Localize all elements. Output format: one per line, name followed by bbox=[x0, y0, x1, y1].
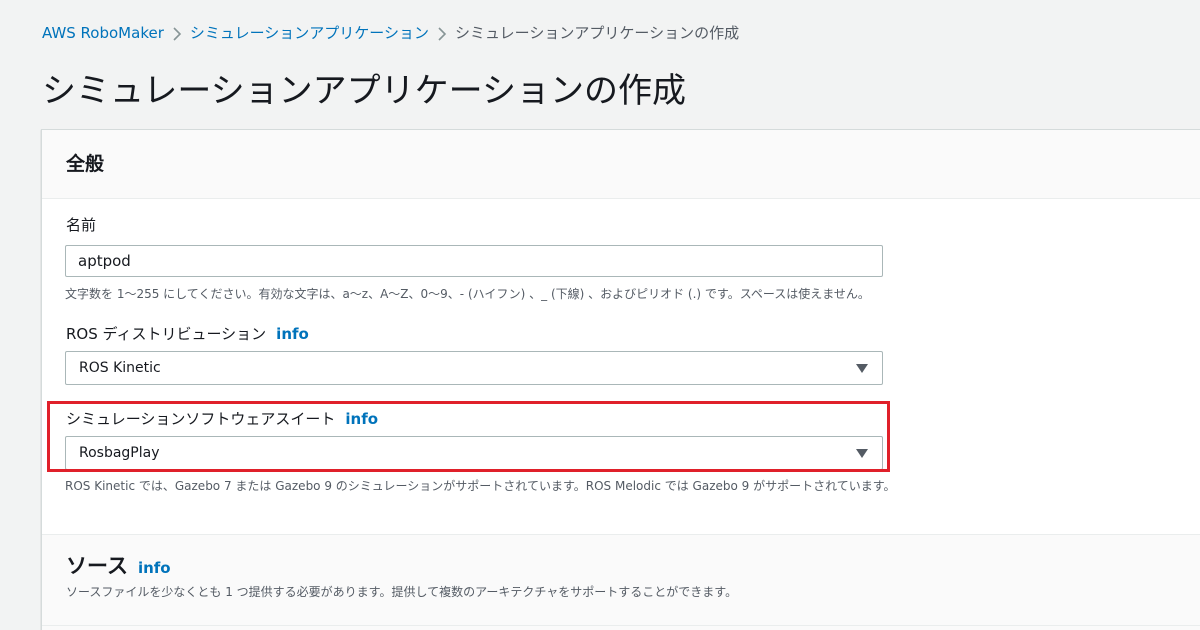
software-suite-select[interactable]: RosbagPlay bbox=[65, 436, 883, 470]
general-section-title: 全般 bbox=[66, 153, 105, 175]
breadcrumb-current: シミュレーションアプリケーションの作成 bbox=[454, 24, 740, 42]
general-panel-header: 全般 bbox=[42, 130, 1200, 199]
software-suite-hint: ROS Kinetic では、Gazebo 7 または Gazebo 9 のシミ… bbox=[65, 479, 896, 493]
sources-title-text: ソース bbox=[66, 554, 128, 578]
software-suite-label-text: シミュレーションソフトウェアスイート bbox=[66, 410, 336, 428]
caret-down-icon bbox=[856, 364, 868, 373]
name-label: 名前 bbox=[66, 216, 97, 234]
sources-description: ソースファイルを少なくとも 1 つ提供する必要があります。提供して複数のアーキテ… bbox=[66, 585, 738, 599]
ros-distribution-label-text: ROS ディストリビューション bbox=[66, 325, 267, 343]
breadcrumb-robomaker-link[interactable]: AWS RoboMaker bbox=[42, 22, 164, 44]
general-panel: 全般 名前 文字数を 1〜255 にしてください。有効な文字は、a〜z、A〜Z、… bbox=[41, 129, 1200, 630]
chevron-right-icon bbox=[429, 22, 455, 44]
sources-section: ソース info ソースファイルを少なくとも 1 つ提供する必要があります。提供し… bbox=[42, 534, 1200, 630]
caret-down-icon bbox=[856, 449, 868, 458]
software-suite-selected-value: RosbagPlay bbox=[79, 445, 160, 461]
divider bbox=[42, 625, 1200, 626]
name-hint: 文字数を 1〜255 にしてください。有効な文字は、a〜z、A〜Z、0〜9、- … bbox=[65, 287, 870, 301]
page-title: シミュレーションアプリケーションの作成 bbox=[42, 71, 686, 111]
sources-section-title: ソース info bbox=[66, 551, 171, 583]
chevron-right-icon bbox=[164, 22, 190, 44]
sources-info-link[interactable]: info bbox=[138, 559, 171, 577]
page: AWS RoboMaker シミュレーションアプリケーション シミュレーションア… bbox=[0, 0, 1200, 630]
software-suite-info-link[interactable]: info bbox=[345, 410, 378, 428]
ros-distribution-selected-value: ROS Kinetic bbox=[79, 360, 161, 376]
breadcrumb: AWS RoboMaker シミュレーションアプリケーション シミュレーションア… bbox=[42, 22, 739, 44]
software-suite-label: シミュレーションソフトウェアスイート info bbox=[66, 408, 378, 430]
name-input[interactable] bbox=[65, 245, 883, 277]
ros-distribution-label: ROS ディストリビューション info bbox=[66, 323, 309, 345]
breadcrumb-simulation-apps-link[interactable]: シミュレーションアプリケーション bbox=[190, 22, 429, 44]
ros-distribution-info-link[interactable]: info bbox=[276, 325, 309, 343]
ros-distribution-select[interactable]: ROS Kinetic bbox=[65, 351, 883, 385]
